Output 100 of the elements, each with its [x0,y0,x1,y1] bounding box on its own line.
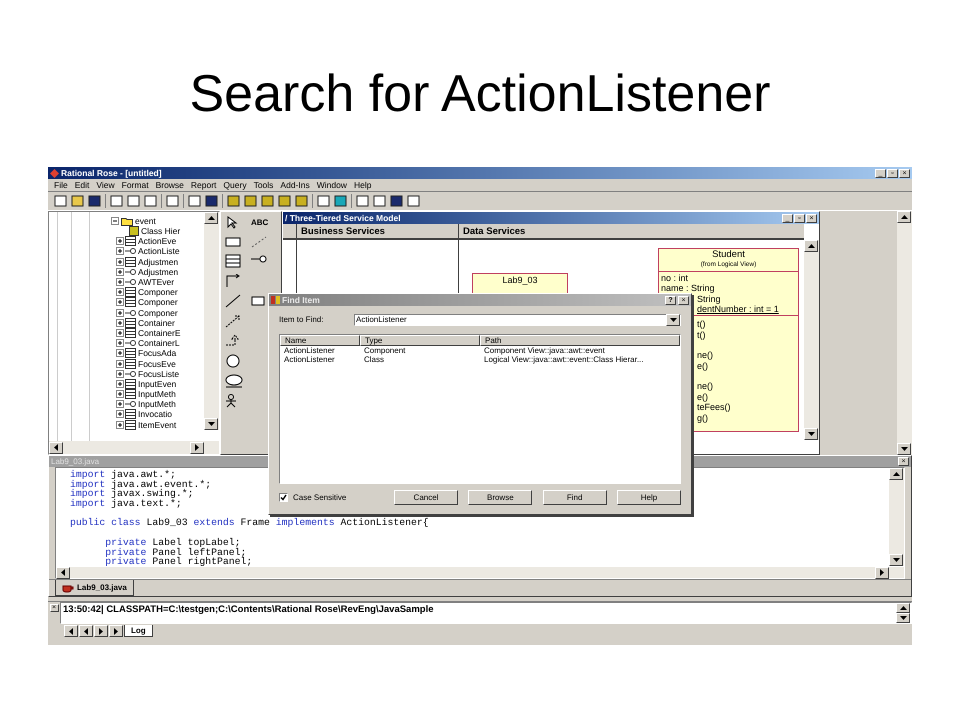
column-header[interactable]: Type [360,335,480,346]
expand-icon[interactable] [116,308,124,317]
ellipse-icon[interactable] [225,374,243,388]
scroll-left-button[interactable] [56,566,70,578]
expand-icon[interactable] [116,237,124,246]
dialog-button[interactable]: Find [542,490,607,505]
scroll-up-button[interactable] [804,240,818,252]
expand-icon[interactable] [116,339,124,348]
expand-icon[interactable] [116,328,124,337]
item-dropdown[interactable]: ActionListener [354,314,681,326]
first-tab-button[interactable] [64,625,78,637]
expand-icon[interactable] [116,360,124,368]
arrow-icon[interactable] [225,314,241,328]
next-tab-button[interactable] [94,625,108,637]
actor-icon[interactable] [225,394,237,408]
class-tool-icon[interactable] [225,254,241,268]
tree-item[interactable]: InputMeth [138,389,176,400]
tree-item[interactable]: Adjustmen [138,266,178,277]
menu-item[interactable]: File [54,180,68,190]
last-tab-button[interactable] [109,625,123,637]
tree-item[interactable]: InputEven [138,378,176,389]
dialog-button[interactable]: Help [616,490,681,505]
column-header[interactable]: Name [280,335,360,346]
tree-item[interactable]: Class Hier [141,226,180,236]
expand-icon[interactable] [116,318,124,327]
vertical-scrollbar[interactable] [804,240,819,440]
expand-icon[interactable] [116,410,124,418]
menu-item[interactable]: Query [223,180,247,190]
collapse-icon[interactable] [111,217,119,225]
log-tab[interactable]: Log [124,625,153,637]
menu-item[interactable]: Add-Ins [280,180,310,190]
tree-item[interactable]: Container [138,318,175,328]
tree-item[interactable]: event [135,216,156,226]
menu-item[interactable]: Help [354,180,372,190]
expand-icon[interactable] [116,400,124,408]
scroll-up-button[interactable] [897,211,911,223]
scroll-up-button[interactable] [889,468,903,480]
association-icon[interactable] [225,274,241,288]
dialog-button[interactable]: Browse [468,490,532,505]
tree-item[interactable]: FocusEve [138,358,176,369]
scroll-left-button[interactable] [49,442,63,454]
menu-item[interactable]: Tools [254,180,274,190]
tree-item[interactable]: Componer [138,308,178,318]
expand-icon[interactable] [116,278,124,286]
text-tool[interactable]: ABC [251,216,277,230]
menu-item[interactable]: Window [316,180,347,190]
checkbox[interactable] [279,493,288,502]
dashed-line-icon[interactable] [251,236,267,248]
horizontal-scrollbar[interactable] [56,567,904,578]
tree-item[interactable]: ContainerL [138,338,180,348]
menu-item[interactable]: Report [190,180,216,190]
tree-item[interactable]: ActionListe [138,246,180,256]
expand-icon[interactable] [116,247,124,256]
tree-item[interactable]: ActionEve [138,236,176,246]
tree-item[interactable]: Componer [138,297,178,308]
menu-item[interactable]: View [96,180,115,190]
editor-tab[interactable]: Lab9_03.java [55,580,134,596]
scroll-right-button[interactable] [190,442,204,454]
scroll-down-button[interactable] [804,428,818,440]
scroll-right-button[interactable] [875,566,889,578]
expand-icon[interactable] [116,420,124,429]
expand-icon[interactable] [116,268,124,276]
expand-icon[interactable] [116,349,124,358]
scroll-down-button[interactable] [889,554,903,566]
expand-icon[interactable] [116,288,124,296]
dependency-icon[interactable] [225,294,241,308]
vertical-scrollbar[interactable] [889,468,904,566]
menu-item[interactable]: Edit [74,180,90,190]
column-header[interactable]: Path [480,335,680,346]
expand-icon[interactable] [116,390,124,398]
scroll-down-button[interactable] [204,418,218,430]
expand-icon[interactable] [116,298,124,306]
vertical-scrollbar[interactable] [204,212,219,430]
tree-item[interactable]: Componer [138,287,178,298]
expand-icon[interactable] [116,370,124,378]
pointer-icon[interactable] [225,216,239,230]
dropdown-button[interactable] [666,314,680,326]
expand-icon[interactable] [116,380,124,388]
scroll-up-button[interactable] [204,212,218,224]
interface-tool-icon[interactable] [251,254,267,264]
tree-item[interactable]: Invocatio [138,409,172,420]
tree-item[interactable]: ItemEvent [138,420,176,430]
menu-item[interactable]: Browse [156,180,184,190]
scroll-down-button[interactable] [897,443,911,455]
tree-item[interactable]: ContainerE [138,328,181,338]
tree-item[interactable]: FocusListe [138,368,180,379]
menu-item[interactable]: Format [122,180,149,190]
horizontal-scrollbar[interactable] [49,441,219,454]
previous-tab-button[interactable] [79,625,93,637]
package-icon[interactable] [251,294,265,306]
vertical-scrollbar[interactable] [897,211,912,455]
scroll-down-button[interactable] [896,613,910,623]
tree-item[interactable]: Adjustmen [138,256,178,267]
dialog-button[interactable]: Cancel [394,490,458,505]
tree-item[interactable]: InputMeth [138,399,176,410]
expand-icon[interactable] [116,258,124,266]
tree-item[interactable]: AWTEver [138,277,174,288]
tree-item[interactable]: FocusAda [138,348,176,358]
note-icon[interactable] [225,236,241,248]
scroll-up-button[interactable] [896,603,910,613]
